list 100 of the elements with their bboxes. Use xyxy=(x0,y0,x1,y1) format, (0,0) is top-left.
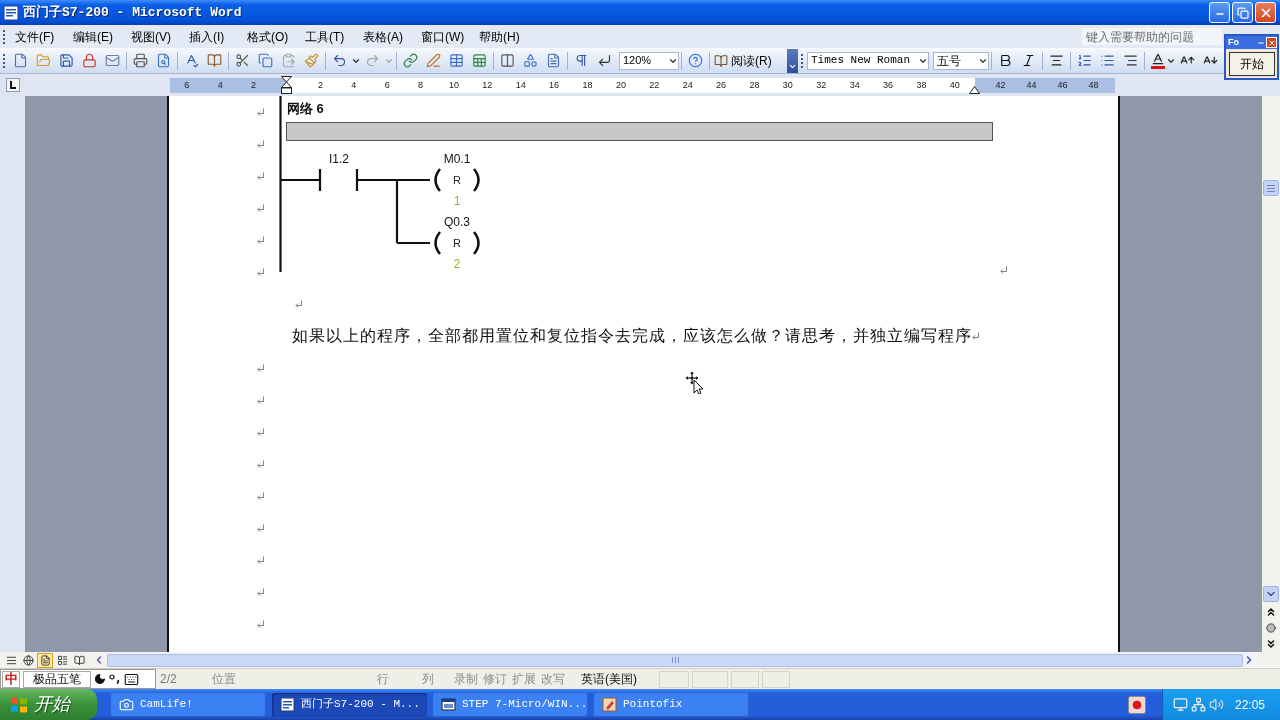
windows-flag-icon xyxy=(10,695,28,714)
menu-item[interactable]: 视图(V) xyxy=(131,27,189,46)
indent-marker-icon[interactable] xyxy=(969,85,980,94)
lines-icon xyxy=(5,654,17,666)
restore-button[interactable] xyxy=(1232,2,1253,23)
lock-icon[interactable] xyxy=(82,53,97,68)
columns-icon[interactable] xyxy=(500,53,515,68)
shapes-icon[interactable] xyxy=(523,53,538,68)
document-icon[interactable] xyxy=(546,53,561,68)
undo-icon[interactable] xyxy=(332,53,347,68)
paintbrush-icon[interactable] xyxy=(304,53,319,68)
menu-item[interactable]: 编辑(E) xyxy=(73,27,131,46)
document-app-icon xyxy=(280,697,295,712)
network-icon[interactable] xyxy=(1191,697,1206,712)
status-field: 列 xyxy=(422,670,434,688)
tab-stop-icon[interactable] xyxy=(6,78,20,92)
scroll-down-button[interactable] xyxy=(1263,586,1279,602)
coil-address: Q0.3 xyxy=(444,215,470,229)
coil-bit-count: 2 xyxy=(453,257,461,271)
save-icon[interactable] xyxy=(59,53,74,68)
previous-page-icon[interactable] xyxy=(1265,606,1277,618)
return-arrow-icon[interactable] xyxy=(597,53,612,68)
coil-address: M0.1 xyxy=(443,152,471,166)
toolbar-grip-icon[interactable] xyxy=(3,52,6,69)
ruler-number: 46 xyxy=(1056,78,1069,92)
ruler-number: 40 xyxy=(948,78,961,92)
paragraph-mark-icon xyxy=(972,332,980,340)
scroll-thumb[interactable] xyxy=(1263,180,1279,196)
status-field: 扩展 xyxy=(512,670,536,688)
punctuation-icon[interactable] xyxy=(109,674,121,684)
start-button[interactable]: 开始 xyxy=(0,689,97,720)
record-icon[interactable] xyxy=(1128,695,1146,714)
monitor-icon[interactable] xyxy=(1173,697,1188,712)
spreadsheet-icon[interactable] xyxy=(472,53,487,68)
font-size-combo[interactable]: 五号 xyxy=(933,51,989,70)
menu-item[interactable]: 窗口(W) xyxy=(421,27,479,46)
bullet-list-icon[interactable] xyxy=(1100,53,1115,68)
pilcrow-icon[interactable] xyxy=(574,53,589,68)
view-button[interactable] xyxy=(37,652,53,668)
font-name-combo[interactable]: Times New Roman xyxy=(807,51,929,70)
bold-icon[interactable] xyxy=(998,53,1013,68)
paragraph-mark-icon xyxy=(257,588,265,596)
scissors-icon[interactable] xyxy=(235,53,250,68)
italic-icon[interactable] xyxy=(1021,53,1036,68)
taskbar-item[interactable]: STEP 7-Micro/WIN... xyxy=(433,692,588,717)
toolbar-grip-icon[interactable] xyxy=(801,52,804,69)
keyboard-icon[interactable] xyxy=(124,671,139,687)
book-icon[interactable] xyxy=(207,53,222,68)
floating-window-title: Fo xyxy=(1228,36,1239,49)
menu-item[interactable]: 帮助(H) xyxy=(479,27,537,46)
blank-page-icon[interactable] xyxy=(13,53,28,68)
help-icon[interactable] xyxy=(688,53,703,68)
indent-lines-icon[interactable] xyxy=(1123,53,1138,68)
printer-icon[interactable] xyxy=(133,53,148,68)
status-field: 录制 xyxy=(454,670,478,688)
paragraph-mark-icon xyxy=(257,236,265,244)
read-button[interactable]: 阅读(R) xyxy=(712,50,774,71)
start-button[interactable]: 开始 xyxy=(1228,52,1275,76)
link-icon[interactable] xyxy=(403,53,418,68)
minimize-button[interactable] xyxy=(1209,2,1230,23)
font-color-icon[interactable] xyxy=(1150,52,1166,69)
vertical-scrollbar[interactable] xyxy=(1262,96,1280,652)
numbered-list-icon[interactable] xyxy=(1077,53,1092,68)
next-page-icon[interactable] xyxy=(1265,638,1277,650)
ruler-number: 12 xyxy=(481,78,494,92)
table-icon[interactable] xyxy=(449,53,464,68)
menu-item[interactable]: 格式(O) xyxy=(247,27,305,46)
ime-name-label[interactable]: 极品五笔 xyxy=(23,670,91,688)
spell-check-icon[interactable] xyxy=(184,53,199,68)
view-button[interactable] xyxy=(20,652,36,668)
indent-marker-icon[interactable] xyxy=(281,75,292,94)
zoom-combo[interactable]: 120% xyxy=(619,51,679,70)
contact-address: I1.2 xyxy=(329,152,349,166)
taskbar-item[interactable]: CamLife! xyxy=(111,692,266,717)
moon-icon[interactable] xyxy=(94,673,106,685)
clipboard-icon[interactable] xyxy=(281,53,296,68)
toolbar-options-button[interactable] xyxy=(787,48,798,73)
taskbar-item[interactable]: Pointofix xyxy=(594,692,749,717)
restore-icon xyxy=(1236,6,1249,19)
paragraph-mark-icon xyxy=(257,460,265,468)
close-icon[interactable] xyxy=(1266,37,1277,48)
page-magnifier-icon[interactable] xyxy=(156,53,171,68)
envelope-icon[interactable] xyxy=(105,53,120,68)
copy-icon[interactable] xyxy=(258,53,273,68)
pen-icon[interactable] xyxy=(426,53,441,68)
close-button[interactable] xyxy=(1255,2,1276,23)
align-center-icon[interactable] xyxy=(1049,53,1064,68)
menu-item[interactable]: 表格(A) xyxy=(363,27,421,46)
ime-mode-indicator[interactable]: 中 xyxy=(2,670,20,688)
paragraph-mark-icon xyxy=(257,364,265,372)
window-app-icon xyxy=(441,697,456,712)
taskbar-item[interactable]: 西门子S7-200 - M... xyxy=(272,692,427,717)
clock: 22:05 xyxy=(1235,696,1266,714)
menu-item[interactable]: 插入(I) xyxy=(189,27,247,46)
toolbar-grip-icon[interactable] xyxy=(3,28,6,45)
browse-object-icon[interactable] xyxy=(1266,623,1276,633)
status-field: 改写 xyxy=(541,670,565,688)
menu-item[interactable]: 工具(T) xyxy=(305,27,363,46)
help-search-field[interactable]: 键入需要帮助的问题 xyxy=(1082,28,1222,45)
menu-item[interactable]: 文件(F) xyxy=(15,27,73,46)
